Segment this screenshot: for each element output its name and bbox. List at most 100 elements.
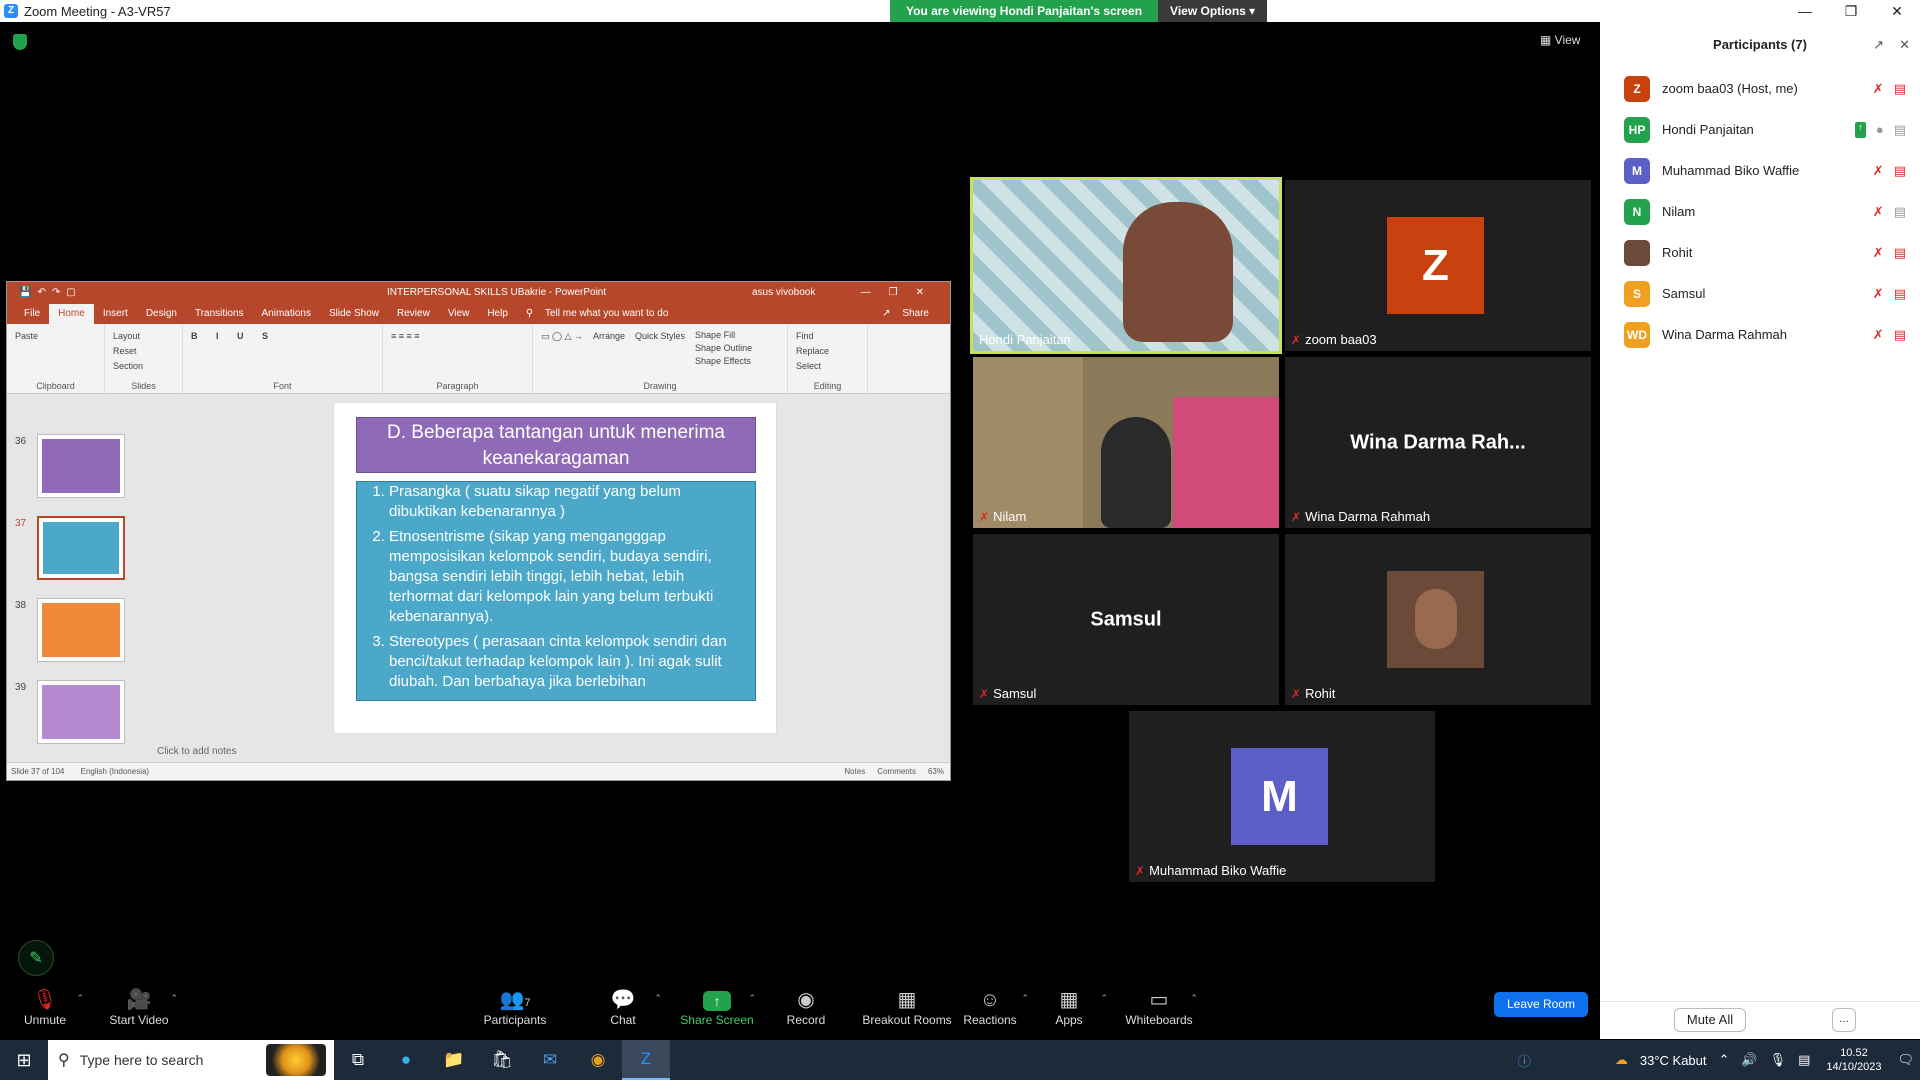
mute-all-button[interactable]: Mute All <box>1674 1008 1746 1032</box>
slide-title[interactable]: D. Beberapa tantangan untuk menerima kea… <box>356 417 756 473</box>
shape-outline-button[interactable]: Shape Outline <box>695 343 752 353</box>
participant-row[interactable]: M Muhammad Biko Waffie ✗ ▤ <box>1600 150 1920 191</box>
mail-icon[interactable]: ✉ <box>526 1040 574 1080</box>
participant-display-name: Wina Darma Rah... <box>1350 431 1526 453</box>
replace-button[interactable]: Replace <box>796 344 859 359</box>
windows-start-icon[interactable]: ⊞ <box>0 1040 48 1080</box>
view-button[interactable]: ▦ View <box>1540 33 1580 47</box>
select-button[interactable]: Select <box>796 359 859 374</box>
minimize-button[interactable]: — <box>1782 0 1828 22</box>
video-tile-rohit[interactable]: ✗ Rohit <box>1285 534 1591 705</box>
popout-icon[interactable]: ↗ <box>1873 22 1884 68</box>
notifications-icon[interactable]: 🗨 <box>1897 1052 1914 1068</box>
slide-thumbnail[interactable]: 38 <box>7 598 147 668</box>
task-view-icon[interactable]: ⧉ <box>334 1040 382 1080</box>
participant-row[interactable]: Z zoom baa03 (Host, me) ✗ ▤ <box>1600 68 1920 109</box>
quick-styles-button[interactable]: Quick Styles <box>635 329 685 368</box>
clock[interactable]: 10.52 14/10/2023 <box>1826 1046 1881 1074</box>
current-slide[interactable]: D. Beberapa tantangan untuk menerima kea… <box>333 402 777 734</box>
slide-thumbnails-pane[interactable]: 36 37 38 39 <box>7 394 147 762</box>
ppt-account-name[interactable]: asus vivobook <box>752 287 815 298</box>
participant-row[interactable]: Rohit ✗ ▤ <box>1600 232 1920 273</box>
ppt-window-controls[interactable]: —❐✕ <box>861 287 942 298</box>
video-tile-muhammad[interactable]: M ✗ Muhammad Biko Waffie <box>1129 711 1435 882</box>
zoom-level[interactable]: 63% <box>928 767 944 776</box>
slide-thumbnail[interactable]: 39 <box>7 680 147 750</box>
tab-file[interactable]: File <box>15 304 49 324</box>
comments-toggle[interactable]: Comments <box>877 767 916 776</box>
taskbar-search-box[interactable]: ⚲ Type here to search <box>48 1040 334 1080</box>
language-indicator[interactable]: English (Indonesia) <box>81 767 149 776</box>
participant-row[interactable]: N Nilam ✗ ▤ <box>1600 191 1920 232</box>
quick-access-toolbar[interactable]: 💾↶↷▢ <box>19 287 82 298</box>
view-options-button[interactable]: View Options ▾ <box>1158 0 1268 22</box>
tab-help[interactable]: Help <box>478 304 517 324</box>
leave-room-button[interactable]: Leave Room <box>1494 992 1588 1017</box>
slide-thumbnail-selected[interactable]: 37 <box>7 516 147 586</box>
volume-icon[interactable]: 🔊 <box>1741 1052 1757 1068</box>
video-off-icon: ▤ <box>1893 285 1906 301</box>
video-tile-samsul[interactable]: Samsul ✗ Samsul <box>973 534 1279 705</box>
find-button[interactable]: Find <box>796 329 859 344</box>
tab-design[interactable]: Design <box>137 304 186 324</box>
tab-insert[interactable]: Insert <box>94 304 137 324</box>
reset-button[interactable]: Reset <box>113 344 174 359</box>
participants-button[interactable]: 👥7 Participants <box>470 987 560 1027</box>
close-button[interactable]: ✕ <box>1874 0 1920 22</box>
share-screen-button[interactable]: ↑ Share Screen ⌃ <box>672 987 762 1027</box>
file-explorer-icon[interactable]: 📁 <box>430 1040 478 1080</box>
encryption-shield-icon[interactable] <box>13 34 27 50</box>
zoom-taskbar-icon[interactable]: Z <box>622 1040 670 1080</box>
layout-button[interactable]: Layout <box>113 329 174 344</box>
tab-review[interactable]: Review <box>388 304 439 324</box>
notes-toggle[interactable]: Notes <box>844 767 865 776</box>
chat-button[interactable]: 💬 Chat ⌃ <box>578 987 668 1027</box>
tray-chevron-icon[interactable]: ⌃ <box>1719 1052 1730 1068</box>
weather-text[interactable]: 33°C Kabut <box>1640 1053 1707 1068</box>
slide-content-box[interactable]: Prasangka ( suatu sikap negatif yang bel… <box>356 481 756 701</box>
tab-transitions[interactable]: Transitions <box>186 304 253 324</box>
video-tile-wina[interactable]: Wina Darma Rah... ✗ Wina Darma Rahmah <box>1285 357 1591 528</box>
slide-notes[interactable]: Click to add notes <box>157 746 237 757</box>
tab-animations[interactable]: Animations <box>253 304 320 324</box>
participant-row[interactable]: S Samsul ✗ ▤ <box>1600 273 1920 314</box>
chrome-icon[interactable]: ◉ <box>574 1040 622 1080</box>
slide-editing-area[interactable]: D. Beberapa tantangan untuk menerima kea… <box>157 394 937 744</box>
shared-screen-powerpoint[interactable]: 💾↶↷▢ INTERPERSONAL SKILLS UBakrie - Powe… <box>6 281 951 781</box>
restore-button[interactable]: ❐ <box>1828 0 1874 22</box>
shape-effects-button[interactable]: Shape Effects <box>695 356 751 366</box>
unmute-button[interactable]: 🎙 Unmute ⌃ <box>0 987 90 1027</box>
video-tile-nilam[interactable]: ✗ Nilam <box>973 357 1279 528</box>
reactions-button[interactable]: ☺ Reactions ⌃ <box>945 987 1035 1027</box>
apps-button[interactable]: ▦ Apps ⌃ <box>1024 987 1114 1027</box>
microsoft-store-icon[interactable]: 🛍 <box>478 1040 526 1080</box>
record-button[interactable]: ◉ Record <box>761 987 851 1027</box>
video-tile-hondi[interactable]: Hondi Panjaitan <box>970 177 1282 354</box>
close-panel-icon[interactable]: ✕ <box>1899 22 1910 68</box>
more-options-button[interactable]: ... <box>1832 1008 1856 1032</box>
shapes-gallery[interactable]: ▭ ◯ △ → <box>541 329 583 368</box>
annotate-pencil-icon[interactable]: ✎ <box>18 940 54 976</box>
edge-browser-icon[interactable]: ● <box>382 1040 430 1080</box>
ppt-share-button[interactable]: ↗ Share <box>873 304 950 324</box>
tab-slide-show[interactable]: Slide Show <box>320 304 388 324</box>
shape-fill-button[interactable]: Shape Fill <box>695 330 735 340</box>
microphone-icon[interactable]: 🎙 <box>1770 1052 1787 1068</box>
whiteboards-button[interactable]: ▭ Whiteboards ⌃ <box>1114 987 1204 1027</box>
start-video-button[interactable]: 🎥 Start Video ⌃ <box>94 987 184 1027</box>
weather-icon[interactable]: ☁ <box>1615 1052 1628 1068</box>
help-icon[interactable]: ⓘ <box>1518 1051 1531 1070</box>
video-tile-zoom-baa03[interactable]: Z ✗ zoom baa03 <box>1285 180 1591 351</box>
network-icon[interactable]: ▤ <box>1798 1052 1810 1068</box>
search-highlight-image[interactable] <box>266 1044 326 1076</box>
tell-me-search[interactable]: ⚲ Tell me what you want to do <box>517 304 687 324</box>
tile-name: zoom baa03 <box>1305 332 1377 347</box>
paste-button[interactable]: Paste <box>15 331 38 341</box>
slide-thumbnail[interactable]: 36 <box>7 434 147 504</box>
participant-row[interactable]: WD Wina Darma Rahmah ✗ ▤ <box>1600 314 1920 355</box>
tab-view[interactable]: View <box>439 304 479 324</box>
section-button[interactable]: Section <box>113 359 174 374</box>
arrange-button[interactable]: Arrange <box>593 329 625 368</box>
participant-row[interactable]: HP Hondi Panjaitan ↑ ● ▤ <box>1600 109 1920 150</box>
tab-home[interactable]: Home <box>49 304 94 324</box>
